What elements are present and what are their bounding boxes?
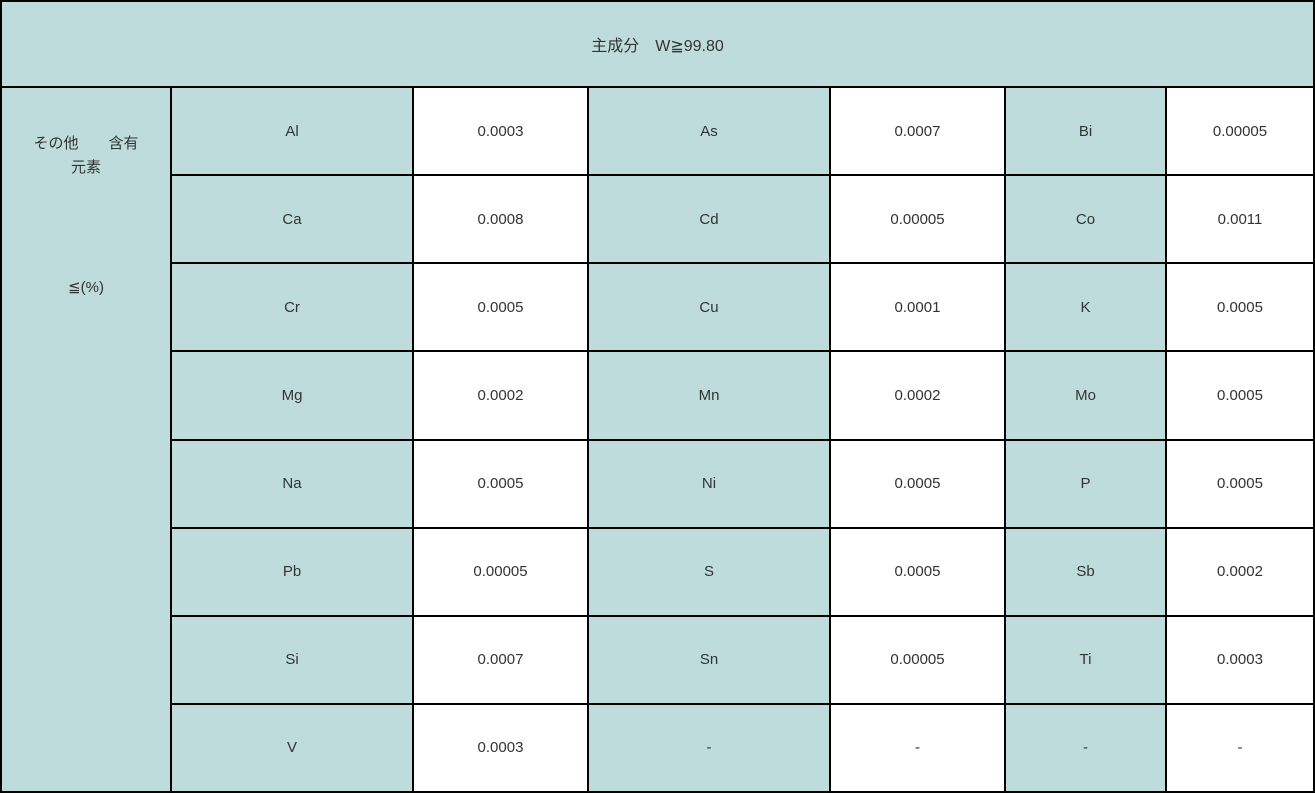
table-row: Cr0.0005Cu0.0001K0.0005	[172, 264, 1313, 352]
table-row: Na0.0005Ni0.0005P0.0005	[172, 441, 1313, 529]
element-cell: K	[1006, 264, 1167, 350]
data-grid: Al0.0003As0.0007Bi0.00005Ca0.0008Cd0.000…	[172, 88, 1313, 791]
table-row: Si0.0007Sn0.00005Ti0.0003	[172, 617, 1313, 705]
value-cell: 0.0002	[414, 352, 589, 438]
value-cell: 0.0008	[414, 176, 589, 262]
value-cell: 0.0005	[414, 441, 589, 527]
value-cell: 0.0001	[831, 264, 1006, 350]
value-cell: 0.0005	[1167, 352, 1313, 438]
value-cell: 0.0005	[1167, 441, 1313, 527]
table-body: その他 含有 元素 ≦(%) Al0.0003As0.0007Bi0.00005…	[2, 88, 1313, 791]
element-cell: Na	[172, 441, 414, 527]
value-cell: 0.0005	[831, 529, 1006, 615]
element-cell: Al	[172, 88, 414, 174]
element-cell: -	[589, 705, 831, 791]
element-cell: Co	[1006, 176, 1167, 262]
value-cell: 0.0003	[414, 88, 589, 174]
element-cell: Ti	[1006, 617, 1167, 703]
value-cell: 0.00005	[1167, 88, 1313, 174]
element-cell: S	[589, 529, 831, 615]
element-cell: Mo	[1006, 352, 1167, 438]
value-cell: 0.0005	[414, 264, 589, 350]
composition-table: 主成分 W≧99.80 その他 含有 元素 ≦(%) Al0.0003As0.0…	[0, 0, 1315, 793]
element-cell: Bi	[1006, 88, 1167, 174]
value-cell: 0.0011	[1167, 176, 1313, 262]
table-row: Mg0.0002Mn0.0002Mo0.0005	[172, 352, 1313, 440]
element-cell: Si	[172, 617, 414, 703]
value-cell: 0.0005	[1167, 264, 1313, 350]
table-row: Al0.0003As0.0007Bi0.00005	[172, 88, 1313, 176]
element-cell: As	[589, 88, 831, 174]
table-row: Pb0.00005S0.0005Sb0.0002	[172, 529, 1313, 617]
row-header-column: その他 含有 元素 ≦(%)	[2, 88, 172, 791]
value-cell: 0.0003	[414, 705, 589, 791]
header-text: 主成分 W≧99.80	[591, 32, 724, 56]
element-cell: Cu	[589, 264, 831, 350]
value-cell: -	[1167, 705, 1313, 791]
table-header: 主成分 W≧99.80	[2, 2, 1313, 88]
element-cell: -	[1006, 705, 1167, 791]
value-cell: 0.0007	[414, 617, 589, 703]
element-cell: Cr	[172, 264, 414, 350]
element-cell: Ni	[589, 441, 831, 527]
element-cell: Sb	[1006, 529, 1167, 615]
table-row: V0.0003----	[172, 705, 1313, 791]
value-cell: 0.00005	[831, 617, 1006, 703]
row-header-line2: 元素	[33, 156, 138, 180]
value-cell: 0.0005	[831, 441, 1006, 527]
element-cell: Cd	[589, 176, 831, 262]
value-cell: 0.0007	[831, 88, 1006, 174]
value-cell: 0.0002	[1167, 529, 1313, 615]
element-cell: Mn	[589, 352, 831, 438]
row-header-line1: その他 含有	[33, 132, 138, 156]
element-cell: Sn	[589, 617, 831, 703]
row-header-bottom: ≦(%)	[68, 278, 104, 296]
element-cell: Ca	[172, 176, 414, 262]
element-cell: V	[172, 705, 414, 791]
element-cell: Pb	[172, 529, 414, 615]
value-cell: -	[831, 705, 1006, 791]
value-cell: 0.0002	[831, 352, 1006, 438]
value-cell: 0.00005	[414, 529, 589, 615]
element-cell: P	[1006, 441, 1167, 527]
value-cell: 0.00005	[831, 176, 1006, 262]
table-row: Ca0.0008Cd0.00005Co0.0011	[172, 176, 1313, 264]
element-cell: Mg	[172, 352, 414, 438]
row-header-top: その他 含有 元素	[33, 132, 138, 180]
value-cell: 0.0003	[1167, 617, 1313, 703]
